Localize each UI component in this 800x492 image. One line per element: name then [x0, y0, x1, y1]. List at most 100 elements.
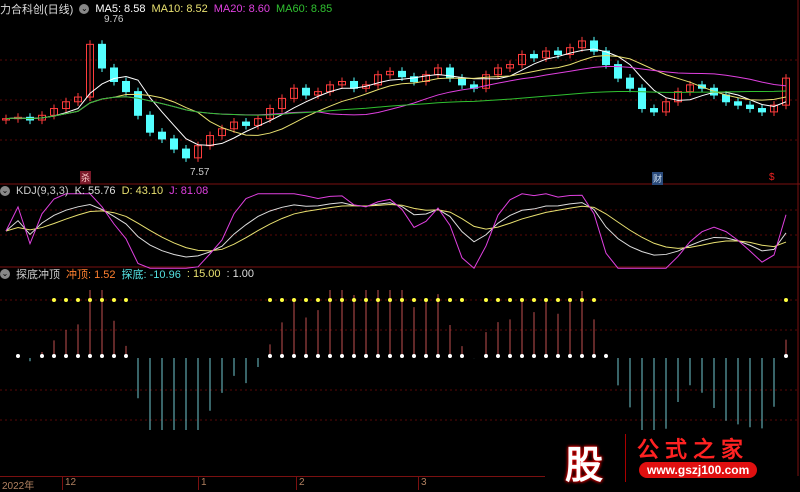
event-marker[interactable]: 杀: [80, 171, 92, 184]
indicator-dot: [412, 354, 416, 358]
indicator-dot: [460, 354, 464, 358]
signal-dot: [436, 298, 440, 302]
chevron-down-icon[interactable]: ⌄: [0, 186, 10, 196]
indicator-dot: [16, 354, 20, 358]
indicator-dot: [388, 354, 392, 358]
candle-body: [554, 50, 562, 55]
indicator-dot: [532, 354, 536, 358]
ma20-value: MA20: 8.60: [213, 3, 270, 15]
stock-chart: [0, 0, 800, 476]
d-value: D: 43.10: [121, 185, 164, 197]
candle-body: [158, 131, 166, 140]
signal-dot: [124, 298, 128, 302]
indicator-dot: [124, 354, 128, 358]
candle-body: [746, 104, 754, 110]
param-1-value: : 15.00: [186, 268, 221, 280]
signal-dot: [88, 298, 92, 302]
indicator-dot: [364, 354, 368, 358]
signal-dot: [340, 298, 344, 302]
candle-body: [398, 70, 406, 78]
candle-body: [758, 108, 766, 113]
signal-dot: [328, 298, 332, 302]
indicator-dot: [400, 354, 404, 358]
candle-body: [626, 77, 634, 89]
low-price-label: 7.57: [190, 167, 210, 178]
signal-dot: [280, 298, 284, 302]
indicator-dot: [604, 354, 608, 358]
indicator-dot: [520, 354, 524, 358]
indicator-dot: [556, 354, 560, 358]
candle-body: [350, 80, 358, 89]
axis-label: 2: [296, 477, 305, 490]
indicator-dot: [580, 354, 584, 358]
finance-marker[interactable]: 财: [652, 172, 664, 185]
indicator-dot: [568, 354, 572, 358]
chevron-down-icon[interactable]: ⌄: [0, 269, 10, 279]
ma5-value: MA5: 8.58: [95, 3, 146, 15]
signal-dot: [52, 298, 56, 302]
axis-label: 1: [198, 477, 207, 490]
signal-dot: [412, 298, 416, 302]
signal-dot: [508, 298, 512, 302]
chevron-down-icon[interactable]: ⌄: [79, 4, 90, 14]
bottom-value: 探底: -10.96: [121, 269, 181, 281]
indicator-dot: [376, 354, 380, 358]
main-header: 力合科创(日线) ⌄ MA5: 8.58 MA10: 8.52 MA20: 8.…: [0, 2, 332, 16]
kdj-name: KDJ(9,3,3): [16, 185, 69, 197]
signal-dot: [364, 298, 368, 302]
ma10-line: [5, 54, 787, 136]
indicator-dot: [592, 354, 596, 358]
signal-dot: [100, 298, 104, 302]
ma60-value: MA60: 8.85: [276, 3, 333, 15]
date-axis: 2022年 12 1 2 3: [0, 476, 545, 492]
k-value: K: 55.76: [74, 185, 116, 197]
dividend-marker[interactable]: $: [769, 172, 775, 183]
candle-body: [134, 91, 142, 116]
candle-body: [146, 114, 154, 133]
signal-dot: [292, 298, 296, 302]
indicator-dot: [88, 354, 92, 358]
signal-dot: [304, 298, 308, 302]
indicator-dot: [352, 354, 356, 358]
signal-dot: [376, 298, 380, 302]
indicator-dot: [436, 354, 440, 358]
signal-dot: [544, 298, 548, 302]
signal-dot: [268, 298, 272, 302]
signal-dot: [460, 298, 464, 302]
indicator-dot: [64, 354, 68, 358]
signal-dot: [484, 298, 488, 302]
signal-dot: [520, 298, 524, 302]
candle-body: [98, 43, 106, 69]
signal-dot: [316, 298, 320, 302]
indicator-dot: [100, 354, 104, 358]
signal-dot: [568, 298, 572, 302]
ma10-value: MA10: 8.52: [151, 3, 208, 15]
candle-body: [182, 148, 190, 159]
signal-dot: [424, 298, 428, 302]
candle-body: [170, 138, 178, 150]
candle-body: [458, 77, 466, 86]
indicator-dot: [268, 354, 272, 358]
indicator-name: 探底冲顶: [16, 269, 60, 281]
candle-body: [734, 101, 742, 106]
candle-body: [242, 121, 250, 126]
indicator-dot: [544, 354, 548, 358]
top-value: 冲顶: 1.52: [66, 269, 116, 281]
indicator-dot: [280, 354, 284, 358]
indicator-dot: [76, 354, 80, 358]
indicator-dot: [52, 354, 56, 358]
indicator-dot: [448, 354, 452, 358]
indicator-dot: [304, 354, 308, 358]
signal-dot: [112, 298, 116, 302]
indicator-dot: [484, 354, 488, 358]
signal-dot: [532, 298, 536, 302]
indicator-dot: [316, 354, 320, 358]
indicator-dot: [112, 354, 116, 358]
signal-dot: [76, 298, 80, 302]
signal-dot: [784, 298, 788, 302]
candle-body: [650, 108, 658, 113]
signal-dot: [448, 298, 452, 302]
indicator-dot: [40, 354, 44, 358]
signal-dot: [580, 298, 584, 302]
indicator-dot: [328, 354, 332, 358]
